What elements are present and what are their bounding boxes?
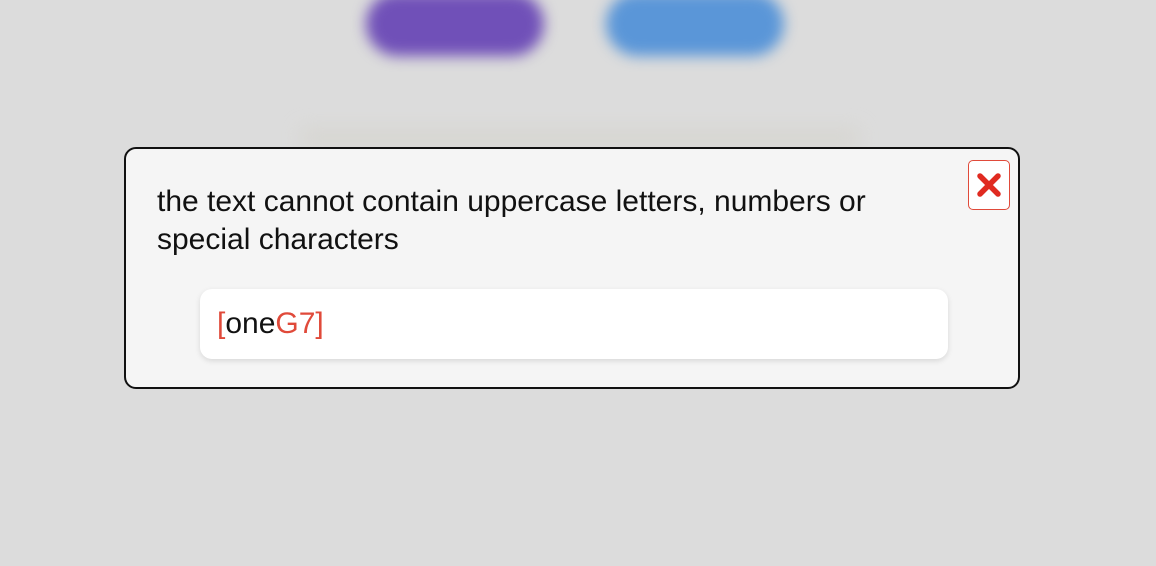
entered-value-field[interactable]: [one G7] — [200, 289, 948, 359]
close-x-icon — [975, 171, 1003, 199]
error-message: the text cannot contain uppercase letter… — [157, 185, 866, 256]
value-segment-invalid: G7] — [275, 307, 324, 340]
close-button[interactable] — [968, 160, 1010, 210]
background-haze — [300, 128, 860, 148]
background-button-purple — [366, 0, 544, 56]
background-button-blue — [606, 0, 784, 56]
validation-error-dialog: the text cannot contain uppercase letter… — [124, 147, 1020, 389]
value-segment-invalid: [ — [217, 307, 226, 340]
value-segment-valid: one — [225, 307, 276, 340]
